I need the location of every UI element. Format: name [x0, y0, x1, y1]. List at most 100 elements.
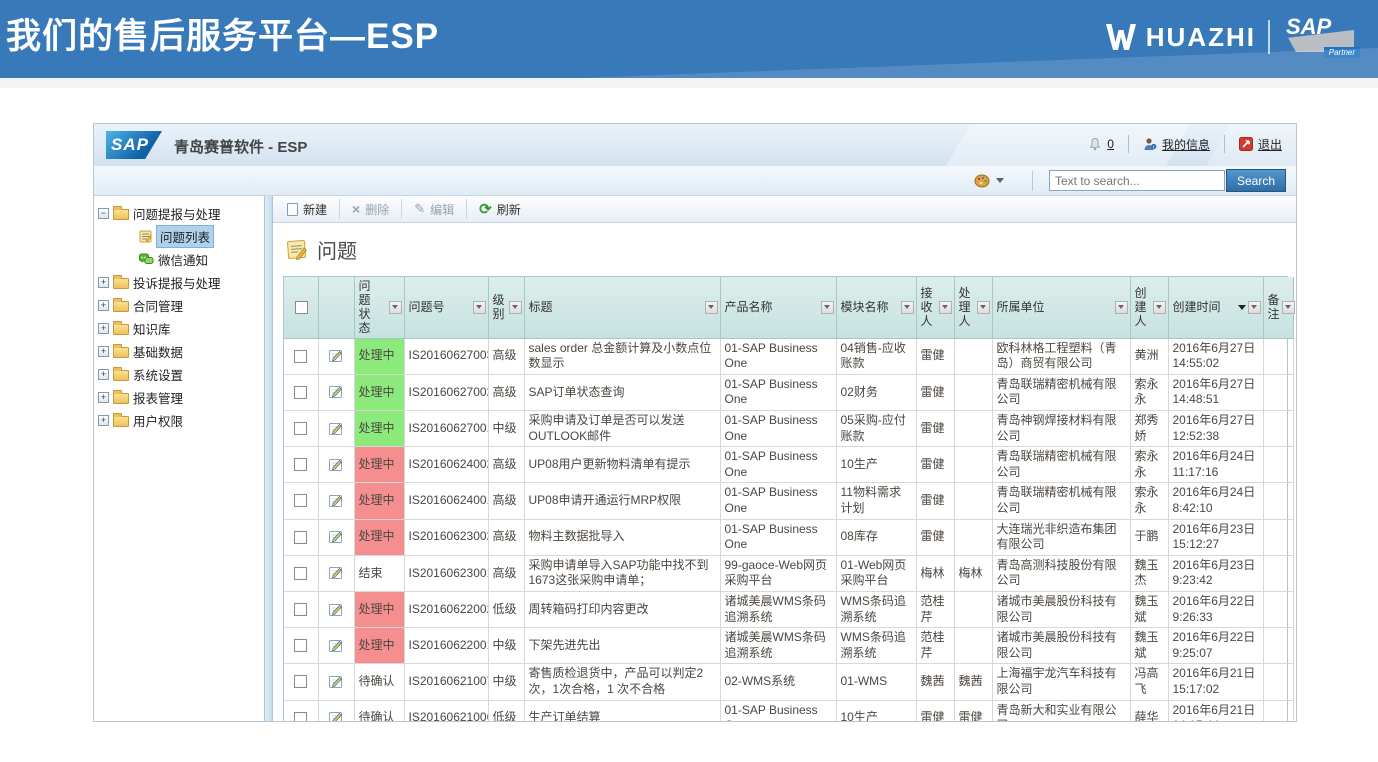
my-info-link[interactable]: i 我的信息 [1143, 136, 1210, 153]
filter-button-status[interactable] [389, 301, 402, 314]
cell-module: 08库存 [836, 519, 916, 555]
column-header-creator[interactable]: 创建人 [1130, 277, 1168, 338]
logout-link[interactable]: 退出 [1239, 136, 1282, 153]
row-edit-icon[interactable] [328, 529, 344, 545]
cell-created: 2016年6月24日 11:17:16 [1168, 447, 1263, 483]
column-header-receiver[interactable]: 接收人 [916, 277, 954, 338]
row-checkbox[interactable] [294, 350, 307, 363]
row-edit-icon[interactable] [328, 384, 344, 400]
new-button[interactable]: 新建 [277, 198, 337, 221]
collapse-icon[interactable]: − [98, 208, 109, 219]
row-checkbox[interactable] [294, 494, 307, 507]
row-edit-icon[interactable] [328, 674, 344, 690]
column-header-level[interactable]: 级别 [488, 277, 524, 338]
filter-button-receiver[interactable] [939, 301, 952, 314]
cell-receiver: 雷健 [916, 411, 954, 447]
row-checkbox[interactable] [294, 639, 307, 652]
filter-caret-icon [1118, 305, 1124, 309]
expand-icon[interactable]: + [98, 392, 109, 403]
sidebar-item-7[interactable]: + 系统设置 [98, 363, 264, 386]
column-header-module[interactable]: 模块名称 [836, 277, 916, 338]
sidebar-item-1[interactable]: 问题列表 [98, 225, 264, 248]
row-edit-icon[interactable] [328, 493, 344, 509]
sidebar-item-label[interactable]: 问题提报与处理 [133, 204, 221, 223]
column-header-status[interactable]: 问题状态 [354, 277, 404, 338]
expand-icon[interactable]: + [98, 346, 109, 357]
row-checkbox[interactable] [294, 567, 307, 580]
expand-icon[interactable]: + [98, 369, 109, 380]
filter-button-remark[interactable] [1282, 301, 1295, 314]
row-edit-icon[interactable] [328, 348, 344, 364]
expand-icon[interactable]: + [98, 415, 109, 426]
filter-button-company[interactable] [1115, 301, 1128, 314]
row-edit-icon[interactable] [328, 457, 344, 473]
column-header-title[interactable]: 标题 [524, 277, 720, 338]
expand-icon[interactable]: + [98, 277, 109, 288]
row-checkbox[interactable] [294, 386, 307, 399]
row-edit-icon[interactable] [328, 638, 344, 654]
filter-button-module[interactable] [901, 301, 914, 314]
row-edit-icon[interactable] [328, 710, 344, 722]
filter-button-handler[interactable] [977, 301, 990, 314]
cell-status: 结束 [354, 555, 404, 591]
refresh-button[interactable]: ⟳刷新 [469, 198, 531, 221]
row-checkbox[interactable] [294, 675, 307, 688]
cell-product: 99-gaoce-Web网页采购平台 [720, 555, 836, 591]
toolbar-button-label: 新建 [303, 201, 327, 218]
row-checkbox[interactable] [294, 531, 307, 544]
row-checkbox[interactable] [294, 422, 307, 435]
sidebar-item-label[interactable]: 基础数据 [133, 342, 183, 361]
sidebar-item-label[interactable]: 报表管理 [133, 388, 183, 407]
filter-button-level[interactable] [509, 301, 522, 314]
cell-level: 高级 [488, 483, 524, 519]
filter-button-created[interactable] [1248, 301, 1261, 314]
sidebar-item-label[interactable]: 知识库 [133, 319, 171, 338]
select-all-checkbox[interactable] [295, 301, 308, 314]
row-edit-icon[interactable] [328, 602, 344, 618]
filter-button-title[interactable] [705, 301, 718, 314]
cell-handler [954, 338, 992, 374]
search-button[interactable]: Search [1226, 169, 1286, 192]
sidebar-item-label[interactable]: 系统设置 [133, 365, 183, 384]
sidebar-item-5[interactable]: + 知识库 [98, 317, 264, 340]
column-header-company[interactable]: 所属单位 [992, 277, 1130, 338]
sidebar-item-2[interactable]: 微信通知 [98, 248, 264, 271]
row-edit-icon[interactable] [328, 421, 344, 437]
cell-edit [318, 447, 354, 483]
sidebar-item-0[interactable]: − 问题提报与处理 [98, 202, 264, 225]
cell-status: 处理中 [354, 411, 404, 447]
filter-button-product[interactable] [821, 301, 834, 314]
sidebar-item-label[interactable]: 用户权限 [133, 411, 183, 430]
row-edit-icon[interactable] [328, 565, 344, 581]
sidebar-item-4[interactable]: + 合同管理 [98, 294, 264, 317]
filter-caret-icon [1251, 305, 1257, 309]
sidebar-item-label[interactable]: 投诉提报与处理 [133, 273, 221, 292]
sidebar-splitter[interactable] [264, 196, 273, 722]
sidebar-item-9[interactable]: + 用户权限 [98, 409, 264, 432]
sidebar-item-label[interactable]: 合同管理 [133, 296, 183, 315]
filter-button-issue_no[interactable] [473, 301, 486, 314]
sidebar-item-3[interactable]: + 投诉提报与处理 [98, 271, 264, 294]
column-header-created[interactable]: 创建时间 [1168, 277, 1263, 338]
search-input[interactable] [1049, 170, 1225, 191]
expand-icon[interactable]: + [98, 323, 109, 334]
filter-button-creator[interactable] [1153, 301, 1166, 314]
sidebar-item-8[interactable]: + 报表管理 [98, 386, 264, 409]
row-checkbox[interactable] [294, 458, 307, 471]
column-header-handler[interactable]: 处理人 [954, 277, 992, 338]
expand-icon[interactable]: + [98, 300, 109, 311]
cell-module: WMS条码追溯系统 [836, 591, 916, 627]
theme-dropdown-button[interactable] [968, 171, 1010, 191]
column-header-product[interactable]: 产品名称 [720, 277, 836, 338]
sidebar-item-label[interactable]: 微信通知 [158, 250, 208, 269]
column-header-issue_no[interactable]: 问题号 [404, 277, 488, 338]
column-header-select[interactable] [284, 277, 318, 338]
cell-module: 04销售-应收账款 [836, 338, 916, 374]
column-header-remark[interactable]: 备注 [1263, 277, 1293, 338]
cell-select [284, 519, 318, 555]
sidebar-item-label[interactable]: 问题列表 [157, 226, 213, 247]
row-checkbox[interactable] [294, 712, 307, 722]
sidebar-item-6[interactable]: + 基础数据 [98, 340, 264, 363]
row-checkbox[interactable] [294, 603, 307, 616]
notification-link[interactable]: 0 [1088, 137, 1114, 152]
